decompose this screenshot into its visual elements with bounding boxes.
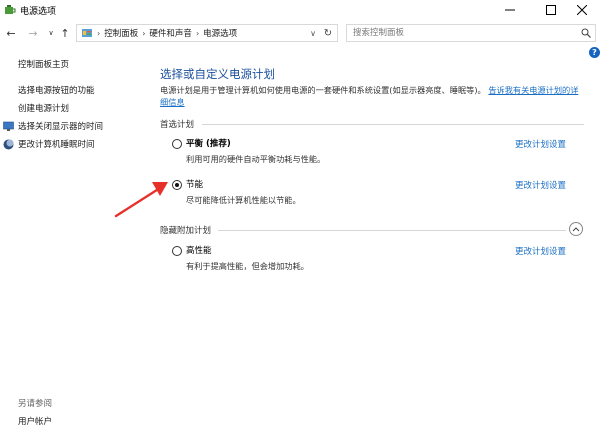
forward-button[interactable]: → — [26, 25, 40, 41]
chevron-down-icon: ∨ — [48, 29, 54, 37]
window-title: 电源选项 — [20, 7, 57, 17]
control-panel-icon — [82, 29, 92, 37]
change-plan-settings-power-saver[interactable]: 更改计划设置 — [515, 179, 566, 191]
sidebar-item-sleep[interactable]: 更改计算机睡眠时间 — [18, 138, 95, 150]
breadcrumb-hardware-sound[interactable]: 硬件和声音 — [149, 27, 192, 39]
sidebar-item-user-accounts[interactable]: 用户帐户 — [18, 415, 52, 427]
change-plan-settings-balanced[interactable]: 更改计划设置 — [515, 138, 566, 150]
close-button[interactable] — [564, 0, 600, 20]
address-bar[interactable]: › 控制面板 › 硬件和声音 › 电源选项 ∨ ↻ — [76, 24, 338, 42]
help-icon: ? — [592, 48, 597, 57]
close-icon — [577, 5, 587, 15]
sidebar-item-create-plan[interactable]: 创建电源计划 — [18, 102, 69, 114]
plan-radio-balanced[interactable] — [172, 139, 182, 149]
plan-radio-high-performance[interactable] — [172, 246, 182, 256]
monitor-icon — [3, 121, 14, 131]
minimize-icon — [505, 9, 515, 11]
sidebar-item-power-button[interactable]: 选择电源按钮的功能 — [18, 84, 95, 96]
see-also-heading: 另请参阅 — [18, 399, 53, 409]
sidebar-item-home[interactable]: 控制面板主页 — [18, 58, 69, 70]
annotation-arrow — [114, 182, 168, 218]
plan-desc-balanced: 利用可用的硬件自动平衡功耗与性能。 — [186, 154, 326, 164]
preferred-plans-heading: 首选计划 — [160, 120, 195, 130]
search-box[interactable] — [346, 24, 596, 42]
search-input[interactable] — [353, 25, 573, 41]
moon-icon — [3, 139, 14, 150]
plan-desc-high-performance: 有利于提高性能，但会增加功耗。 — [186, 261, 309, 271]
address-dropdown-icon[interactable]: ∨ — [307, 27, 319, 39]
change-plan-settings-high-performance[interactable]: 更改计划设置 — [515, 245, 566, 257]
forward-arrow-icon: → — [28, 26, 38, 40]
collapse-hidden-plans-button[interactable] — [569, 222, 583, 236]
chevron-up-icon — [572, 227, 580, 232]
refresh-icon[interactable]: ↻ — [321, 26, 335, 40]
plan-name-power-saver[interactable]: 节能 — [186, 178, 203, 190]
maximize-icon — [546, 5, 556, 15]
description-text: 电源计划是用于管理计算机如何使用电源的一套硬件和系统设置(如显示器亮度、睡眠等)… — [160, 85, 486, 95]
recent-locations-button[interactable]: ∨ — [44, 25, 58, 41]
sidebar-item-display-off[interactable]: 选择关闭显示器的时间 — [18, 120, 103, 132]
help-button[interactable]: ? — [589, 47, 600, 58]
back-arrow-icon: ← — [6, 26, 16, 40]
up-button[interactable]: ↑ — [58, 25, 72, 41]
minimize-button[interactable] — [492, 0, 528, 20]
breadcrumb-separator: › — [142, 28, 146, 38]
page-description: 电源计划是用于管理计算机如何使用电源的一套硬件和系统设置(如显示器亮度、睡眠等)… — [160, 84, 584, 108]
up-arrow-icon: ↑ — [60, 26, 70, 40]
navigation-bar: ← → ∨ ↑ › 控制面板 › 硬件和声音 › 电源选项 ∨ ↻ — [0, 22, 600, 44]
breadcrumb-separator: › — [97, 28, 101, 38]
page-title: 选择或自定义电源计划 — [160, 67, 275, 81]
back-button[interactable]: ← — [4, 25, 18, 41]
section-divider — [218, 230, 566, 231]
power-options-icon — [5, 5, 16, 14]
plan-name-high-performance[interactable]: 高性能 — [186, 244, 212, 256]
section-divider — [202, 124, 584, 125]
plan-radio-power-saver[interactable] — [172, 180, 182, 190]
plan-desc-power-saver: 尽可能降低计算机性能以节能。 — [186, 195, 301, 205]
hidden-plans-heading: 隐藏附加计划 — [160, 226, 212, 236]
search-icon — [581, 28, 591, 38]
plan-name-balanced[interactable]: 平衡 (推荐) — [186, 137, 231, 149]
breadcrumb-control-panel[interactable]: 控制面板 — [104, 27, 138, 39]
title-bar: 电源选项 — [0, 0, 600, 20]
breadcrumb-separator: › — [195, 28, 200, 38]
breadcrumb-power-options[interactable]: 电源选项 — [203, 27, 237, 39]
